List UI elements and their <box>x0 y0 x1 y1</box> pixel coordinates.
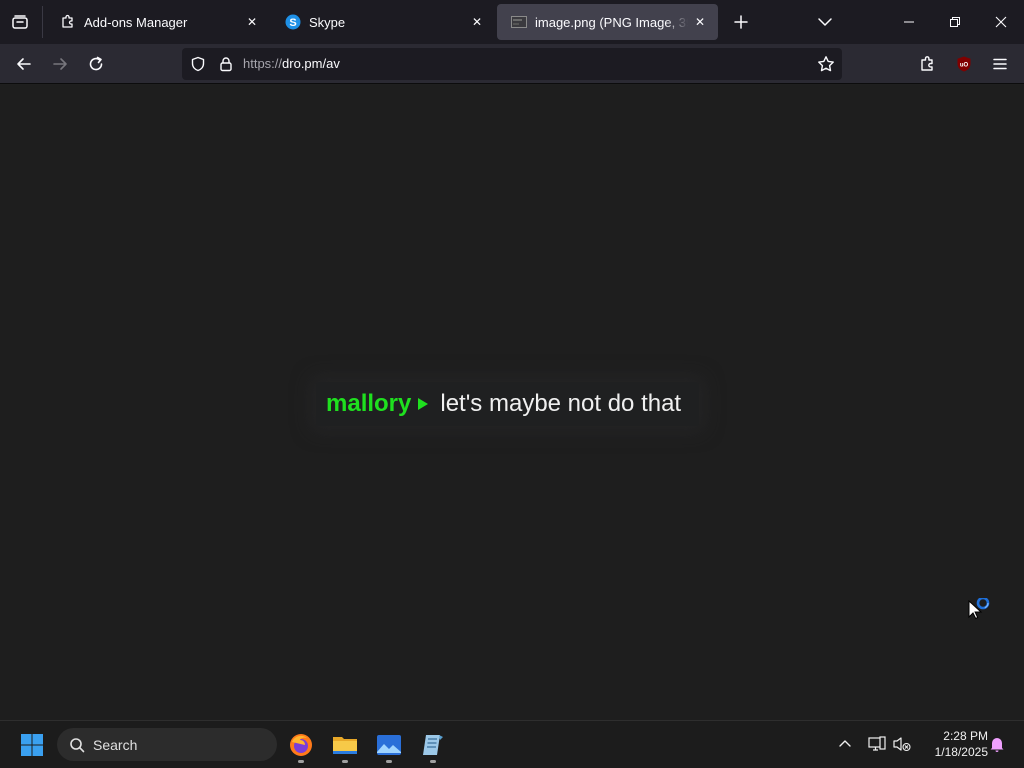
plus-icon <box>734 15 748 29</box>
svg-text:uO: uO <box>960 63 969 69</box>
start-button[interactable] <box>14 730 50 760</box>
close-icon <box>995 16 1007 28</box>
taskbar-app-notepad[interactable] <box>413 727 453 763</box>
reload-button[interactable] <box>80 48 112 80</box>
taskbar-app-firefox[interactable] <box>281 727 321 763</box>
clock-date: 1/18/2025 <box>934 745 988 759</box>
clock-time: 2:28 PM <box>943 729 988 743</box>
tab-image-png[interactable]: image.png (PNG Image, 390 × 4 ✕ <box>497 4 718 40</box>
bookmark-star-icon[interactable] <box>814 52 838 76</box>
browser-window: Add-ons Manager ✕ S Skype ✕ image.png (P… <box>0 0 1024 720</box>
minimize-button[interactable] <box>886 0 932 44</box>
search-icon <box>67 735 87 755</box>
forward-button[interactable] <box>44 48 76 80</box>
close-window-button[interactable] <box>978 0 1024 44</box>
notepad-icon <box>423 735 443 755</box>
network-status-button[interactable] <box>864 731 890 757</box>
show-hidden-icons-button[interactable] <box>832 731 858 757</box>
puzzle-icon <box>921 56 933 71</box>
photos-icon <box>377 735 401 755</box>
puzzle-icon <box>60 14 76 30</box>
running-indicator <box>342 760 348 763</box>
url-host-path: dro.pm/av <box>282 56 340 71</box>
bell-icon <box>990 738 1004 752</box>
hamburger-menu-icon <box>993 58 1007 70</box>
ublock-origin-icon: uO <box>957 56 971 72</box>
chevron-up-icon <box>839 740 851 747</box>
notifications-button[interactable] <box>984 731 1010 757</box>
running-indicator <box>298 760 304 763</box>
restore-button[interactable] <box>932 0 978 44</box>
url-protocol: https:// <box>243 56 283 71</box>
minimize-icon <box>904 21 914 23</box>
running-indicator <box>430 760 436 763</box>
busy-cursor-icon <box>968 596 994 627</box>
tab-label: image.png (PNG Image, 390 × 4 <box>535 14 688 30</box>
address-bar[interactable]: https://dro.pm/av <box>182 48 842 80</box>
tab-label: Add-ons Manager <box>84 14 188 30</box>
navigation-toolbar: https://dro.pm/av uO <box>0 44 1024 84</box>
image-icon <box>511 14 527 30</box>
taskbar-search-box[interactable]: Search <box>57 728 277 761</box>
back-arrow-icon <box>17 58 31 70</box>
taskbar: Search 2:28 PM 1/18/2025 <box>0 720 1024 768</box>
url-text[interactable]: https://dro.pm/av <box>243 56 340 71</box>
firefox-view-icon <box>12 15 28 29</box>
windows-logo-icon <box>21 734 43 756</box>
lock-icon[interactable] <box>216 54 236 74</box>
tab-skype[interactable]: S Skype ✕ <box>271 4 495 40</box>
tab-close-button[interactable]: ✕ <box>688 10 712 34</box>
app-menu-button[interactable] <box>984 48 1016 80</box>
chat-username: mallory <box>326 390 412 417</box>
ublock-origin-button[interactable]: uO <box>948 48 980 80</box>
search-label: Search <box>93 736 138 753</box>
taskbar-app-photos[interactable] <box>369 727 409 763</box>
svg-text:S: S <box>289 17 296 29</box>
chat-message: mallory let's maybe not do that <box>316 382 700 426</box>
taskbar-app-file-explorer[interactable] <box>325 727 365 763</box>
tab-strip: Add-ons Manager ✕ S Skype ✕ image.png (P… <box>0 0 1024 44</box>
extensions-button[interactable] <box>912 48 944 80</box>
volume-muted-icon <box>893 737 911 752</box>
system-clock[interactable]: 2:28 PM 1/18/2025 <box>918 728 988 760</box>
forward-arrow-icon <box>53 58 67 70</box>
back-button[interactable] <box>8 48 40 80</box>
file-explorer-icon <box>333 737 357 754</box>
chat-message-text: let's maybe not do that <box>440 390 682 417</box>
tab-close-button[interactable]: ✕ <box>465 10 489 34</box>
page-content: mallory let's maybe not do that <box>0 85 1024 720</box>
list-all-tabs-button[interactable] <box>811 8 839 36</box>
tracking-protection-shield-icon[interactable] <box>188 54 208 74</box>
skype-icon: S <box>285 14 301 30</box>
new-tab-button[interactable] <box>727 8 755 36</box>
tab-label: Skype <box>309 14 346 30</box>
chevron-down-icon <box>818 18 832 26</box>
restore-icon <box>950 17 960 27</box>
reload-icon <box>89 56 103 71</box>
tab-close-button[interactable]: ✕ <box>240 10 264 34</box>
chat-arrow-icon <box>418 398 429 410</box>
running-indicator <box>386 760 392 763</box>
volume-button[interactable] <box>889 731 915 757</box>
network-icon <box>868 736 886 751</box>
firefox-icon <box>290 734 312 756</box>
tab-add-ons-manager[interactable]: Add-ons Manager ✕ <box>46 4 270 40</box>
tab-separator <box>42 6 43 38</box>
firefox-view-button[interactable] <box>6 8 34 36</box>
